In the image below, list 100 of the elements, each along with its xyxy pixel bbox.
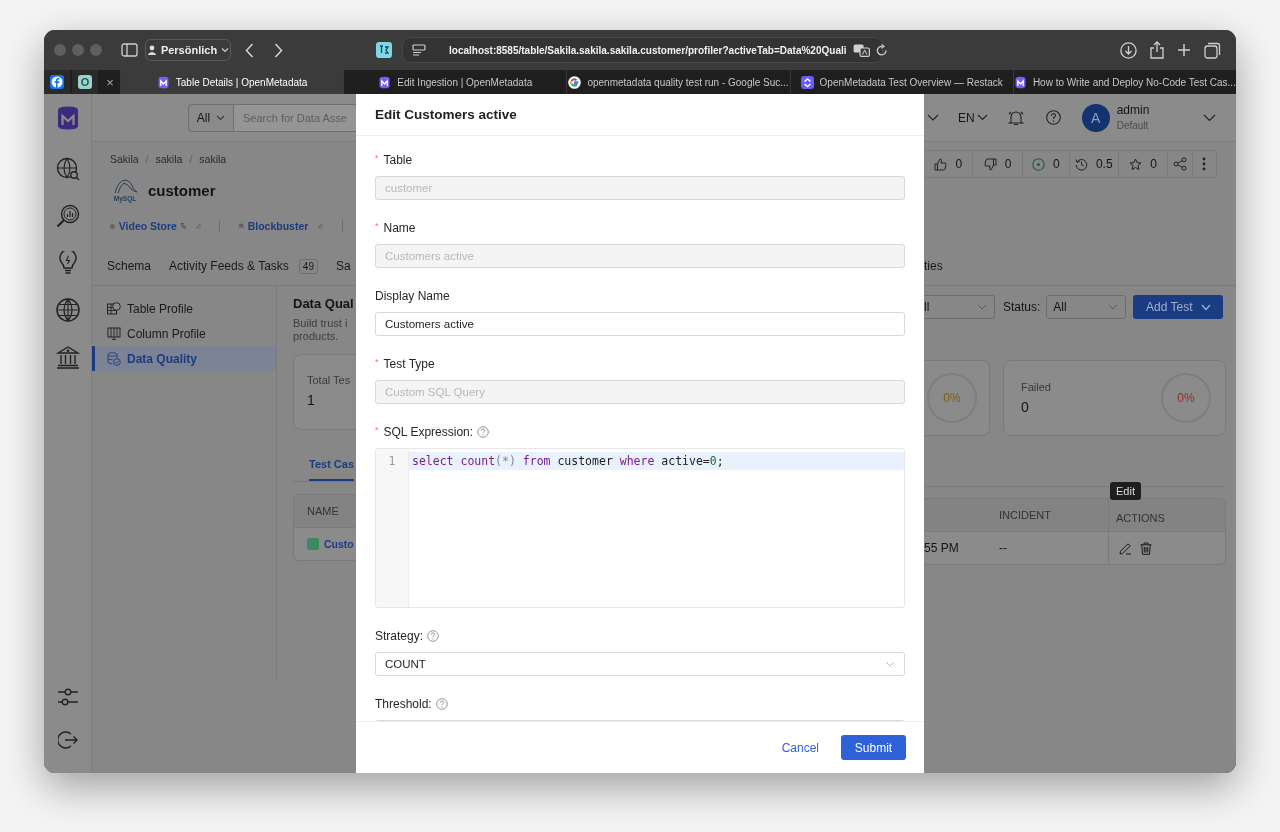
insights-icon[interactable] bbox=[55, 204, 80, 228]
thumbs-down-icon bbox=[983, 157, 997, 171]
strategy-select[interactable]: COUNT bbox=[375, 652, 905, 676]
field-label: Display Name bbox=[375, 289, 450, 303]
column-header: ACTIONS bbox=[1115, 511, 1165, 524]
extension-icon[interactable] bbox=[376, 42, 392, 58]
table-icon bbox=[107, 302, 121, 315]
field-label: Test Type bbox=[383, 357, 435, 371]
submit-button[interactable]: Submit bbox=[841, 735, 906, 760]
table-cell-text: -- bbox=[998, 541, 1007, 555]
code-line: select count(*) from customer where active=0; bbox=[412, 454, 724, 468]
back-icon[interactable] bbox=[245, 42, 254, 58]
tab[interactable]: ties bbox=[924, 252, 943, 280]
download-icon[interactable] bbox=[1120, 41, 1137, 59]
new-tab-icon[interactable] bbox=[1177, 43, 1191, 57]
add-test-button[interactable]: Add Test bbox=[1133, 295, 1224, 319]
database-check-icon bbox=[107, 351, 121, 366]
logout-icon[interactable] bbox=[57, 730, 78, 750]
owner-link[interactable]: Blockbuster bbox=[247, 220, 309, 232]
table-name: customer bbox=[148, 181, 216, 199]
status-select[interactable]: All bbox=[1046, 295, 1127, 319]
more-icon bbox=[1202, 157, 1207, 171]
tab[interactable]: Test Cas bbox=[309, 454, 355, 481]
profile-button[interactable]: Persönlich bbox=[145, 39, 231, 61]
sub-domain-icon bbox=[180, 220, 187, 232]
column-header: INCIDENT bbox=[998, 509, 1051, 521]
field-label: Table bbox=[383, 153, 413, 167]
vote-button[interactable]: 0.5 bbox=[1069, 151, 1119, 177]
card-label: Failed bbox=[1021, 381, 1051, 393]
help-icon[interactable] bbox=[1045, 110, 1061, 125]
type-select[interactable]: ll bbox=[924, 295, 995, 319]
tab-title: openmetadata quality test run - Google Suc... bbox=[587, 76, 789, 88]
vote-button[interactable]: 0 bbox=[924, 151, 974, 177]
facebook-icon[interactable] bbox=[50, 75, 64, 89]
tab-title: Edit Ingestion | OpenMetadata bbox=[397, 76, 533, 88]
lightbulb-icon[interactable] bbox=[57, 251, 78, 275]
cancel-button[interactable]: Cancel bbox=[781, 740, 819, 755]
governance-icon[interactable] bbox=[55, 345, 80, 369]
test-case-link[interactable]: Custo bbox=[324, 538, 354, 550]
globe-icon[interactable] bbox=[55, 298, 80, 322]
share-icon bbox=[1173, 157, 1188, 171]
profile-nav-item[interactable]: Column Profile bbox=[92, 321, 276, 346]
dialog-title: Edit Customers active bbox=[375, 107, 517, 122]
close-tab-button[interactable]: × bbox=[100, 70, 120, 94]
vote-button[interactable]: 0 bbox=[973, 151, 1023, 177]
pinned-tab[interactable]: O bbox=[78, 75, 92, 89]
field-label: Strategy: bbox=[375, 629, 424, 643]
user-role: Default bbox=[1116, 118, 1150, 133]
card-value: 0 bbox=[1021, 399, 1030, 415]
breadcrumb-link[interactable]: Sakila bbox=[110, 153, 139, 165]
field-label: Threshold: bbox=[375, 697, 432, 711]
chevron-down-icon[interactable] bbox=[927, 114, 939, 121]
user-name: admin bbox=[1116, 102, 1150, 118]
user-avatar[interactable]: A bbox=[1081, 103, 1110, 132]
text-field[interactable]: Customers active bbox=[375, 312, 905, 336]
profile-nav-item[interactable]: Data Quality bbox=[92, 346, 276, 371]
columns-icon bbox=[107, 327, 121, 340]
chevron-down-icon[interactable] bbox=[1203, 113, 1216, 122]
breadcrumb-link[interactable]: sakila bbox=[155, 153, 183, 165]
share-icon[interactable] bbox=[1150, 41, 1164, 59]
tab[interactable]: Sa bbox=[336, 252, 351, 280]
tabs-overview-icon[interactable] bbox=[1204, 41, 1221, 59]
logo-icon[interactable] bbox=[56, 106, 79, 130]
chevron-down-icon bbox=[1200, 303, 1211, 311]
translate-icon[interactable] bbox=[852, 43, 870, 57]
breadcrumb-link[interactable]: sakila bbox=[199, 153, 227, 165]
breadcrumb-separator: / bbox=[189, 153, 193, 165]
card-label: Total Tes bbox=[307, 374, 352, 386]
site-icon bbox=[800, 75, 814, 89]
tab[interactable]: Activity Feeds & Tasks 49 bbox=[169, 252, 318, 280]
sidebar-icon[interactable] bbox=[121, 43, 138, 57]
required-mark: * bbox=[375, 357, 379, 367]
vote-button[interactable]: 0 bbox=[1022, 151, 1070, 177]
language-select[interactable]: EN bbox=[958, 110, 988, 125]
profile-nav-item[interactable]: Table Profile bbox=[92, 296, 276, 321]
field-label: SQL Expression: bbox=[383, 425, 474, 439]
filter-label: Status: bbox=[1003, 300, 1041, 314]
settings-icon[interactable] bbox=[56, 687, 79, 707]
column-header: NAME bbox=[306, 505, 339, 517]
explore-icon[interactable] bbox=[55, 157, 80, 181]
line-number: 1 bbox=[388, 453, 396, 470]
count-badge: 49 bbox=[298, 258, 318, 274]
forward-icon[interactable] bbox=[274, 42, 283, 58]
bell-icon[interactable] bbox=[1007, 109, 1024, 126]
page-menu-icon[interactable] bbox=[412, 44, 426, 56]
section-description: products. bbox=[293, 330, 340, 343]
site-icon bbox=[1013, 75, 1027, 89]
code-editor[interactable]: 1 select count(*) from customer where active=0; bbox=[375, 448, 905, 608]
edit-icon[interactable] bbox=[1119, 541, 1132, 555]
chevron-down-icon bbox=[977, 304, 987, 310]
required-mark: * bbox=[375, 153, 379, 163]
domain-link[interactable]: Video Store bbox=[118, 220, 177, 232]
delete-icon[interactable] bbox=[1140, 541, 1152, 555]
vote-button[interactable]: 0 bbox=[1118, 151, 1169, 177]
reload-icon[interactable] bbox=[875, 43, 888, 57]
table-cell: 55 PM bbox=[924, 541, 959, 555]
thumbs-up-icon bbox=[934, 157, 948, 171]
tab[interactable]: Schema bbox=[107, 252, 152, 280]
section-title: Data Qual bbox=[293, 296, 355, 312]
browser-tab[interactable]: Table Details | OpenMetadata bbox=[120, 70, 344, 94]
